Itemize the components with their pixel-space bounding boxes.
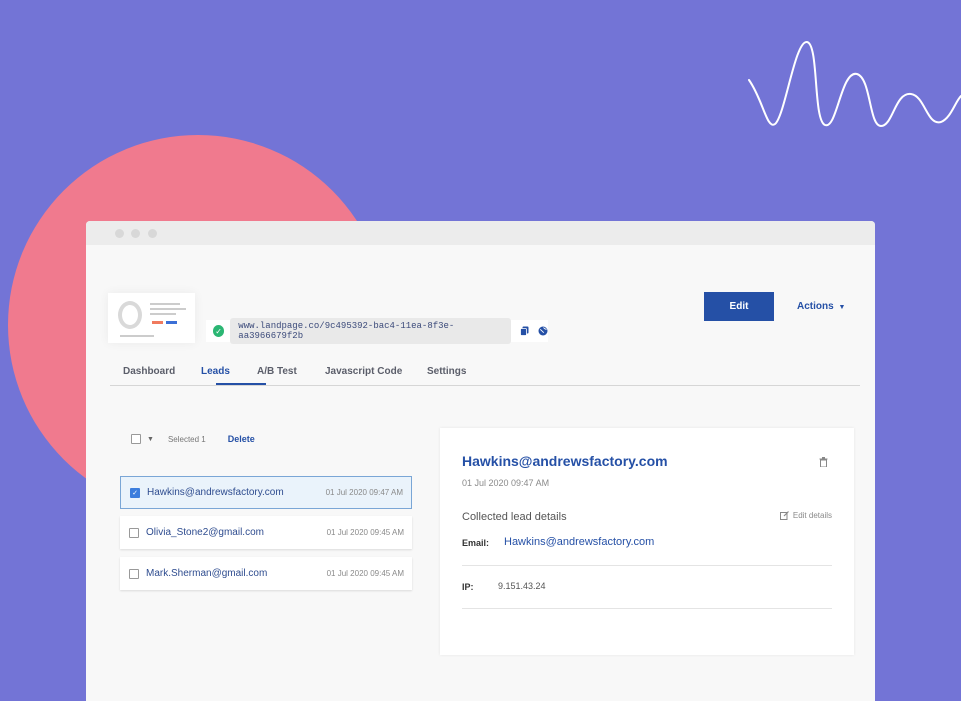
caret-down-icon[interactable]: ▼ <box>147 436 154 443</box>
lead-row[interactable]: ✓ Hawkins@andrewsfactory.com 01 Jul 2020… <box>120 476 412 509</box>
delete-button[interactable]: Delete <box>228 434 255 444</box>
trash-icon[interactable] <box>819 454 828 472</box>
lead-detail-title: Hawkins@andrewsfactory.com <box>462 453 668 469</box>
divider <box>462 565 832 566</box>
tab-javascript-code[interactable]: Javascript Code <box>325 366 402 377</box>
tab-dashboard[interactable]: Dashboard <box>123 366 175 377</box>
decorative-squiggle <box>748 41 961 128</box>
email-label: Email: <box>462 538 490 548</box>
pencil-icon <box>779 511 789 520</box>
lead-date: 01 Jul 2020 09:47 AM <box>325 488 403 497</box>
check-circle-icon: ✓ <box>213 325 225 337</box>
actions-dropdown[interactable]: Actions ▼ <box>797 301 845 312</box>
window-dot-minimize[interactable] <box>131 229 140 238</box>
tab-bar: Dashboard Leads A/B Test Javascript Code… <box>110 361 860 386</box>
lead-date: 01 Jul 2020 09:45 AM <box>326 569 404 578</box>
edit-details-label: Edit details <box>792 511 832 520</box>
collected-details-heading: Collected lead details <box>462 511 567 523</box>
ip-value: 9.151.43.24 <box>498 581 546 591</box>
tab-leads[interactable]: Leads <box>201 366 230 377</box>
select-all-checkbox[interactable] <box>131 434 141 444</box>
lead-email: Hawkins@andrewsfactory.com <box>147 487 284 498</box>
lead-email: Mark.Sherman@gmail.com <box>146 568 268 579</box>
lead-checkbox[interactable] <box>129 568 139 579</box>
globe-icon[interactable] <box>538 326 548 336</box>
window-titlebar <box>86 221 875 245</box>
window-dot-maximize[interactable] <box>148 229 157 238</box>
window-dot-close[interactable] <box>115 229 124 238</box>
lead-detail-time: 01 Jul 2020 09:47 AM <box>462 478 550 488</box>
selected-count: Selected 1 <box>167 434 206 444</box>
browser-window: ✓ www.landpage.co/9c495392-bac4-11ea-8f3… <box>86 221 875 701</box>
headphones-image <box>118 301 142 329</box>
actions-label: Actions <box>797 301 834 312</box>
caret-down-icon: ▼ <box>838 304 846 311</box>
page-url-bar: ✓ www.landpage.co/9c495392-bac4-11ea-8f3… <box>206 318 548 344</box>
email-value[interactable]: Hawkins@andrewsfactory.com <box>504 536 654 548</box>
copy-icon[interactable] <box>519 326 529 336</box>
divider <box>462 608 832 609</box>
tab-ab-test[interactable]: A/B Test <box>257 366 297 377</box>
active-tab-indicator <box>216 383 266 385</box>
lead-date: 01 Jul 2020 09:45 AM <box>326 528 404 537</box>
edit-button[interactable]: Edit <box>704 292 774 321</box>
ip-label: IP: <box>462 582 474 592</box>
lead-checkbox[interactable]: ✓ <box>130 487 140 498</box>
lead-detail-panel: Hawkins@andrewsfactory.com 01 Jul 2020 0… <box>440 428 854 655</box>
leads-toolbar: ▼ Selected 1 Delete <box>131 431 255 447</box>
page-url[interactable]: www.landpage.co/9c495392-bac4-11ea-8f3e-… <box>230 318 511 344</box>
lead-row[interactable]: Olivia_Stone2@gmail.com 01 Jul 2020 09:4… <box>120 516 412 549</box>
lead-checkbox[interactable] <box>129 527 139 538</box>
lead-row[interactable]: Mark.Sherman@gmail.com 01 Jul 2020 09:45… <box>120 557 412 590</box>
tab-settings[interactable]: Settings <box>427 366 466 377</box>
edit-details-button[interactable]: Edit details <box>779 511 832 520</box>
page-thumbnail[interactable] <box>108 293 195 343</box>
lead-email: Olivia_Stone2@gmail.com <box>146 527 264 538</box>
